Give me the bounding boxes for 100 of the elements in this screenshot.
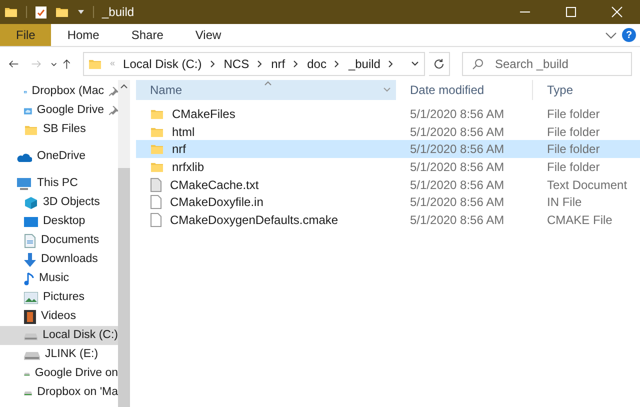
date-modified: 5/1/2020 8:56 AM	[409, 106, 506, 123]
address-bar[interactable]: « Local Disk (C:) NCS nrf doc _build	[83, 52, 426, 76]
ribbon-tab[interactable]: View	[179, 24, 238, 46]
file-row[interactable]: nrf 5/1/2020 8:56 AM File folder	[136, 140, 640, 158]
up-arrow-icon[interactable]	[62, 56, 72, 70]
column-header[interactable]: Name	[136, 80, 396, 100]
file-name: nrf	[172, 141, 186, 158]
file-row[interactable]: nrfxlib 5/1/2020 8:56 AM File folder	[136, 158, 640, 176]
file-row[interactable]: CMakeDoxygenDefaults.cmake 5/1/2020 8:56 AM CMAKE File	[136, 211, 640, 229]
column-header[interactable]: Type	[533, 80, 640, 100]
sidebar-item[interactable]: JLINK (E:)	[0, 345, 118, 364]
sidebar-item[interactable]: Documents	[0, 231, 118, 250]
file-name: html	[172, 124, 195, 141]
file-type: File folder	[546, 141, 600, 158]
sidebar-item[interactable]: Videos	[0, 307, 118, 326]
chevron-right-icon[interactable]	[293, 60, 300, 68]
breadcrumb[interactable]: nrf	[271, 54, 286, 72]
file-type: File folder	[546, 158, 600, 176]
cube-icon	[24, 196, 38, 210]
chevron-right-icon[interactable]	[210, 60, 216, 68]
sidebar-item[interactable]: Pictures	[0, 288, 118, 307]
file-row[interactable]: CMakeFiles 5/1/2020 8:56 AM File folder	[136, 105, 640, 123]
folder-icon	[150, 142, 164, 156]
sidebar-label: Google Drive	[36, 102, 104, 118]
search-field[interactable]: Search _build	[462, 52, 632, 76]
file-type: Text Document	[546, 176, 628, 194]
sidebar-item[interactable]: Google Drive on	[0, 364, 118, 383]
sidebar-label: Local Disk (C:)	[42, 328, 118, 343]
sidebar-label: Music	[39, 270, 70, 286]
date-modified: 5/1/2020 8:56 AM	[409, 176, 506, 194]
file-type: CMAKE File	[546, 212, 612, 229]
document-icon	[24, 234, 36, 248]
sidebar-label: This PC	[37, 176, 78, 191]
ribbon-tab[interactable]: Share	[115, 24, 180, 46]
sidebar-item[interactable]: Music	[0, 269, 118, 288]
sidebar-item[interactable]: SB Files	[0, 120, 118, 139]
new-folder-icon	[55, 5, 69, 19]
breadcrumb[interactable]: doc	[307, 54, 326, 72]
file-type: IN File	[546, 194, 582, 212]
sidebar-label: Videos	[41, 308, 76, 324]
date-modified: 5/1/2020 8:56 AM	[409, 158, 506, 176]
sidebar-item[interactable]: Desktop	[0, 212, 118, 231]
text-file-icon	[150, 178, 162, 192]
date-modified: 5/1/2020 8:56 AM	[409, 124, 506, 141]
chevron-right-icon[interactable]	[388, 60, 394, 68]
film-icon	[24, 310, 36, 324]
date-modified: 5/1/2020 8:56 AM	[409, 212, 506, 229]
sidebar-label: JLINK (E:)	[45, 346, 98, 362]
file-row[interactable]: html 5/1/2020 8:56 AM File folder	[136, 122, 640, 140]
download-arrow-icon	[24, 252, 36, 266]
sidebar-item[interactable]: Dropbox (Mac	[0, 82, 118, 101]
sidebar-item[interactable]: OneDrive	[0, 147, 118, 166]
cloud-icon	[16, 152, 32, 162]
sidebar-item[interactable]: This PC	[0, 174, 118, 193]
file-row[interactable]: CMakeDoxyfile.in 5/1/2020 8:56 AM IN File	[136, 193, 640, 212]
window-title: _build	[102, 4, 134, 21]
checklist-icon[interactable]	[35, 6, 47, 18]
pin-icon	[109, 106, 118, 115]
file-name: CMakeFiles	[172, 106, 236, 123]
breadcrumb[interactable]: _build	[348, 54, 380, 72]
column-header[interactable]: Date modified	[396, 80, 533, 100]
file-name: CMakeDoxygenDefaults.cmake	[170, 212, 338, 229]
music-note-icon	[24, 272, 34, 286]
sidebar-label: Downloads	[41, 252, 98, 267]
sidebar-item[interactable]: Dropbox on 'Ma	[0, 383, 118, 402]
ribbon-tab[interactable]: File	[0, 24, 52, 46]
sidebar-label: Dropbox on 'Ma	[37, 384, 118, 400]
sidebar-label: 3D Objects	[43, 194, 100, 210]
sidebar-item[interactable]: 3D Objects	[0, 193, 118, 212]
sidebar-item[interactable]: Google Drive	[0, 101, 118, 120]
drive-icon	[24, 330, 38, 340]
date-modified: 5/1/2020 8:56 AM	[409, 194, 506, 212]
date-modified: 5/1/2020 8:56 AM	[409, 141, 506, 158]
chevron-down-icon[interactable]	[410, 58, 420, 68]
caret-icon[interactable]	[77, 9, 85, 15]
help-button[interactable]: ?	[622, 28, 636, 42]
sidebar-item[interactable]: Local Disk (C:)	[0, 326, 118, 345]
computer-icon	[16, 177, 32, 190]
file-name: CMakeDoxyfile.in	[170, 194, 264, 212]
sidebar-item[interactable]: Downloads	[0, 250, 118, 269]
breadcrumb[interactable]: NCS	[224, 54, 250, 72]
scrollbar-thumb[interactable]	[118, 168, 130, 407]
file-name: CMakeCache.txt	[170, 176, 259, 194]
drive-icon	[24, 350, 40, 360]
refresh-button[interactable]	[429, 52, 450, 76]
file-row[interactable]: CMakeCache.txt 5/1/2020 8:56 AM Text Document	[136, 176, 640, 194]
file-icon	[150, 195, 162, 210]
ribbon-tab[interactable]: Home	[51, 24, 116, 46]
desktop-icon	[24, 216, 38, 228]
scrollbar[interactable]	[118, 80, 130, 407]
sidebar-label: OneDrive	[37, 148, 86, 164]
chevron-right-icon[interactable]	[257, 60, 264, 68]
sidebar-label: Pictures	[43, 290, 85, 305]
picture-icon	[24, 292, 38, 304]
file-icon	[150, 212, 162, 227]
sidebar-label: Desktop	[43, 214, 86, 229]
breadcrumb[interactable]: Local Disk (C:)	[123, 54, 202, 72]
chevron-right-icon[interactable]	[334, 60, 340, 68]
pin-icon	[109, 87, 118, 96]
sidebar-label: Documents	[41, 232, 100, 248]
